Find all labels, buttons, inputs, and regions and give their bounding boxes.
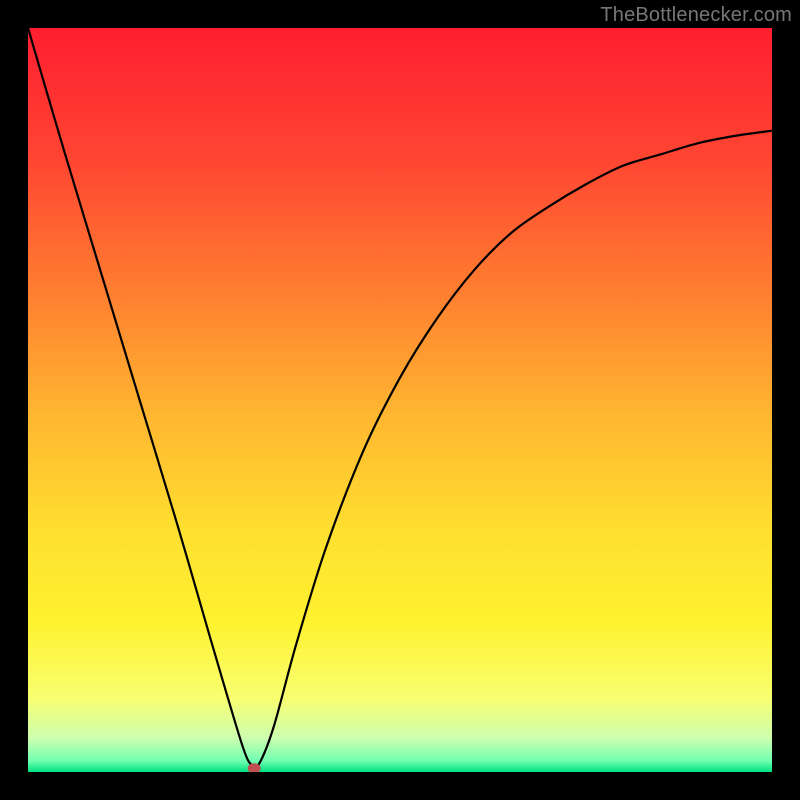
chart-frame: TheBottlenecker.com [0, 0, 800, 800]
bottleneck-chart [28, 28, 772, 772]
attribution-label: TheBottlenecker.com [600, 4, 792, 27]
